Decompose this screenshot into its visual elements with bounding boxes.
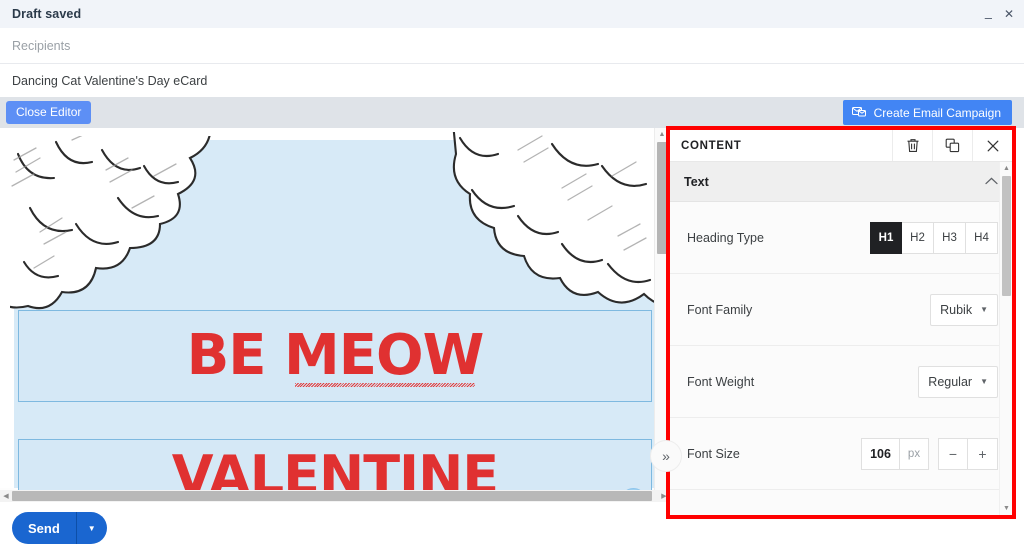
create-email-campaign-label: Create Email Campaign — [873, 105, 1001, 120]
font-size-stepper: − + — [938, 437, 998, 470]
panel-scroll-up-arrow[interactable]: ▲ — [1000, 162, 1012, 175]
canvas-horizontal-scroll-thumb[interactable] — [12, 491, 652, 501]
window-title: Draft saved — [12, 7, 82, 21]
panel-vertical-scrollbar[interactable]: ▲ ▼ — [999, 162, 1012, 515]
create-email-campaign-button[interactable]: Create Email Campaign — [842, 100, 1012, 125]
row-font-weight: Font Weight Regular ▼ — [670, 346, 1012, 418]
font-weight-value: Regular — [928, 374, 973, 389]
email-campaign-icon — [851, 105, 867, 121]
email-canvas[interactable]: BE MEOW VALENTINE — [0, 128, 670, 500]
text-block-selected[interactable]: BE MEOW — [18, 310, 652, 402]
subject-value: Dancing Cat Valentine's Day eCard — [12, 73, 208, 88]
close-editor-button[interactable]: Close Editor — [6, 101, 92, 124]
row-font-family: Font Family Rubik ▼ — [670, 274, 1012, 346]
font-size-decrement-button[interactable]: − — [938, 437, 968, 470]
font-size-input-group: 106 px — [861, 437, 929, 470]
send-button-label: Send — [28, 520, 60, 536]
close-icon[interactable]: ✕ — [1004, 8, 1014, 20]
recipients-field[interactable]: Recipients — [0, 28, 1024, 64]
font-weight-control: Regular ▼ — [918, 365, 998, 398]
chevron-up-icon[interactable] — [985, 176, 998, 188]
send-options-caret-icon[interactable]: ▼ — [77, 524, 107, 533]
panel-header-actions — [892, 130, 1012, 161]
panel-title: CONTENT — [681, 139, 742, 152]
font-size-increment-button[interactable]: + — [968, 437, 998, 470]
caret-down-icon: ▼ — [980, 377, 988, 386]
email-editor-window: Draft saved – ✕ Recipients Dancing Cat V… — [0, 0, 1024, 554]
panel-scroll-down-arrow[interactable]: ▼ — [1000, 502, 1012, 515]
font-size-unit: px — [899, 437, 929, 470]
font-weight-select[interactable]: Regular ▼ — [918, 365, 998, 398]
window-controls: – ✕ — [985, 8, 1024, 24]
font-size-input[interactable]: 106 — [861, 437, 899, 470]
font-family-control: Rubik ▼ — [930, 293, 998, 326]
scroll-up-arrow[interactable]: ▲ — [655, 128, 669, 141]
delete-content-button[interactable] — [892, 130, 932, 161]
heading-type-h3[interactable]: H3 — [934, 221, 966, 254]
minimize-icon[interactable]: – — [985, 11, 992, 24]
content-properties-panel: CONTENT Text Heading Type H1 H2 H3 H4 Fo… — [670, 130, 1012, 515]
font-family-select[interactable]: Rubik ▼ — [930, 293, 998, 326]
caret-down-icon: ▼ — [980, 305, 988, 314]
heading-type-segmented: H1 H2 H3 H4 — [870, 221, 998, 254]
hero-text-line-1[interactable]: BE MEOW — [187, 328, 485, 384]
font-size-control: 106 px − + — [861, 437, 998, 470]
editor-action-bar: Close Editor Create Email Campaign — [0, 97, 1024, 128]
heading-type-h4[interactable]: H4 — [966, 221, 998, 254]
recipients-placeholder: Recipients — [12, 38, 71, 53]
heading-type-h2[interactable]: H2 — [902, 221, 934, 254]
email-artboard: BE MEOW VALENTINE — [0, 128, 662, 500]
send-button[interactable]: Send ▼ — [12, 512, 107, 544]
heading-type-h1[interactable]: H1 — [870, 221, 902, 254]
panel-scroll-thumb[interactable] — [1002, 176, 1011, 296]
section-text-header[interactable]: Text — [670, 162, 1012, 202]
canvas-horizontal-scrollbar[interactable]: ◀ ▶ — [0, 490, 670, 502]
row-heading-type: Heading Type H1 H2 H3 H4 — [670, 202, 1012, 274]
section-text-title: Text — [684, 174, 709, 189]
font-family-value: Rubik — [940, 302, 973, 317]
scroll-right-arrow[interactable]: ▶ — [658, 490, 670, 502]
canvas-vertical-scroll-thumb[interactable] — [657, 142, 667, 254]
window-titlebar: Draft saved – ✕ — [0, 0, 1024, 28]
row-font-size: Font Size 106 px − + — [670, 418, 1012, 490]
chevron-double-right-icon[interactable]: » — [650, 440, 682, 472]
scroll-left-arrow[interactable]: ◀ — [0, 490, 12, 502]
duplicate-content-button[interactable] — [932, 130, 972, 161]
font-size-label: Font Size — [687, 446, 740, 461]
font-family-label: Font Family — [687, 302, 753, 317]
spellcheck-underline — [295, 383, 475, 387]
heading-type-control: H1 H2 H3 H4 — [870, 221, 998, 254]
close-panel-button[interactable] — [972, 130, 1012, 161]
panel-header: CONTENT — [670, 130, 1012, 162]
heading-type-label: Heading Type — [687, 230, 764, 245]
panel-body: Text Heading Type H1 H2 H3 H4 Font Famil… — [670, 162, 1012, 515]
font-weight-label: Font Weight — [687, 374, 755, 389]
subject-field[interactable]: Dancing Cat Valentine's Day eCard — [0, 64, 1024, 97]
